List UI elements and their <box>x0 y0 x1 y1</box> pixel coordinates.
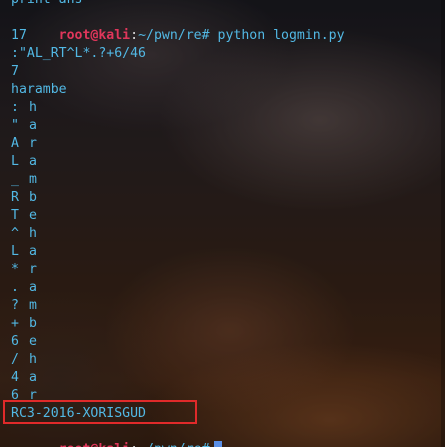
prompt-line: root@kali:~/pwn/re# python logmin.py <box>11 9 345 43</box>
pair-char-left: 4 <box>11 370 19 385</box>
prompt-user-host: root@kali <box>59 442 130 447</box>
pair-char-left: ? <box>11 298 19 313</box>
pair-char-left: . <box>11 280 19 295</box>
pair-char-right: m <box>29 298 37 313</box>
output-line: 7 <box>11 64 19 79</box>
pair-char-right: b <box>29 190 37 205</box>
pair-char-left: R <box>11 190 19 205</box>
pair-char-left: L <box>11 244 19 259</box>
zip-pair-row: + b <box>11 315 345 333</box>
pair-char-right: h <box>29 226 37 241</box>
zip-pair-row: " a <box>11 117 345 135</box>
zip-pair-row: 4a <box>11 369 345 387</box>
prompt-path: ~/pwn/re <box>138 28 202 43</box>
prompt-path: ~/pwn/re <box>138 442 202 447</box>
pair-char-left: * <box>11 262 19 277</box>
pair-char-right: a <box>29 118 37 133</box>
zip-pair-row: La <box>11 153 345 171</box>
zip-pair-row: Te <box>11 207 345 225</box>
pair-char-left: / <box>11 352 19 367</box>
pair-char-left: + <box>11 316 19 331</box>
zip-pair-row: Ar <box>11 135 345 153</box>
pair-char-right: e <box>29 334 37 349</box>
zip-pair-row: ? m <box>11 297 345 315</box>
pair-char-right: e <box>29 208 37 223</box>
command-text: python logmin.py <box>217 28 345 43</box>
pair-char-left: A <box>11 136 19 151</box>
scrollbar[interactable] <box>441 0 445 447</box>
zip-pair-row: :h <box>11 99 345 117</box>
output-line: harambe <box>11 82 67 97</box>
pair-char-left: : <box>11 100 19 115</box>
zip-pair-row: Rb <box>11 189 345 207</box>
zip-pair-row: / h <box>11 351 345 369</box>
pair-char-right: r <box>29 136 37 151</box>
pair-char-right: a <box>29 154 37 169</box>
prompt-user-host: root@kali <box>58 28 131 43</box>
pair-char-right: a <box>29 370 37 385</box>
prompt-symbol: # <box>201 28 210 43</box>
prompt-symbol: # <box>202 442 210 447</box>
pair-char-left: " <box>11 118 19 133</box>
pair-char-right: r <box>29 262 37 277</box>
pair-char-left: ^ <box>11 226 19 241</box>
zip-pair-row: .a <box>11 279 345 297</box>
zip-pairs-list: : h " a Ar La _ m Rb Te ^ h La * r. a? m + b 6 e / h 4 a 6 r <box>11 99 345 405</box>
pair-char-left: _ <box>11 172 19 187</box>
prompt-separator: : <box>130 28 139 43</box>
code-line-print: print ans <box>11 0 345 9</box>
zip-pair-row: La <box>11 243 345 261</box>
zip-pair-row: ^ h <box>11 225 345 243</box>
terminal-window[interactable]: print ans root@kali:~/pwn/re# python log… <box>0 0 445 447</box>
pair-char-left: L <box>11 154 19 169</box>
pair-char-right: h <box>29 100 37 115</box>
zip-pair-row: _ m <box>11 171 345 189</box>
flag-highlight-box <box>3 400 197 424</box>
current-prompt-line[interactable]: root@kali:~/pwn/re# <box>11 423 345 447</box>
pair-char-right: a <box>29 280 37 295</box>
zip-pair-row: 6e <box>11 333 345 351</box>
pair-char-right: h <box>29 352 37 367</box>
terminal-output: print ans root@kali:~/pwn/re# python log… <box>11 0 345 447</box>
text-cursor <box>213 441 222 447</box>
output-line: :"AL_RT^L*.?+6/46 <box>11 46 146 61</box>
pair-char-left: T <box>11 208 19 223</box>
prompt-separator: : <box>130 442 138 447</box>
pair-char-left: 6 <box>11 334 19 349</box>
pair-char-right: m <box>29 172 37 187</box>
zip-pair-row: * r <box>11 261 345 279</box>
pair-char-right: b <box>29 316 37 331</box>
pair-char-right: a <box>29 244 37 259</box>
